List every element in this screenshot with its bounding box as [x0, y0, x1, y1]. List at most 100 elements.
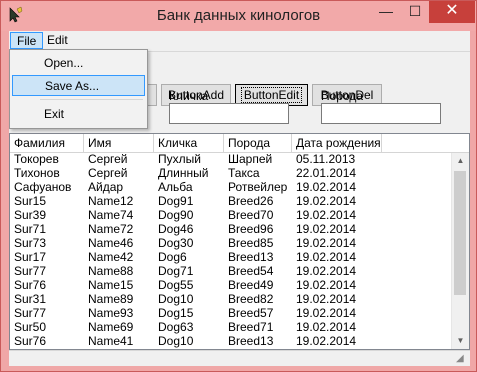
- cell-surname: Sur31: [14, 292, 47, 306]
- cell-breed: Breed13: [228, 334, 274, 348]
- cell-birthdate: 22.01.2014: [296, 166, 357, 180]
- scroll-up-icon[interactable]: ▲: [452, 153, 469, 169]
- table-row[interactable]: Sur50 Name69 Dog63 Breed71 19.02.2014: [10, 321, 450, 334]
- cell-breed: Breed71: [228, 320, 274, 334]
- vertical-scrollbar[interactable]: ▲ ▼: [451, 153, 469, 349]
- col-breed[interactable]: Порода: [224, 134, 292, 152]
- title-bar[interactable]: Банк данных кинологов — ☐ ✕: [1, 1, 476, 31]
- table-row[interactable]: Sur31 Name89 Dog10 Breed82 19.02.2014: [10, 293, 450, 306]
- cell-name: Name41: [88, 334, 134, 348]
- menu-file[interactable]: File: [10, 32, 44, 49]
- cell-name: Name12: [88, 194, 134, 208]
- cell-breed: Breed49: [228, 278, 274, 292]
- cell-breed: Шарпей: [228, 152, 273, 166]
- cell-birthdate: 19.02.2014: [296, 334, 357, 348]
- cell-breed: Ротвейлер: [228, 180, 288, 194]
- cell-birthdate: 19.02.2014: [296, 292, 357, 306]
- cell-surname: Тихонов: [14, 166, 60, 180]
- cell-nickname: Пухлый: [158, 152, 201, 166]
- cell-name: Name89: [88, 292, 134, 306]
- table-row[interactable]: Токорев Сергей Пухлый Шарпей 05.11.2013: [10, 153, 450, 166]
- cell-surname: Sur71: [14, 222, 47, 236]
- table-row[interactable]: Sur77 Name93 Dog15 Breed57 19.02.2014: [10, 307, 450, 320]
- cell-birthdate: 19.02.2014: [296, 194, 357, 208]
- menu-bar: File Edit: [9, 31, 470, 50]
- cell-name: Айдар: [88, 180, 124, 194]
- col-name[interactable]: Имя: [84, 134, 154, 152]
- menu-separator: [40, 99, 143, 100]
- maximize-button[interactable]: ☐: [401, 1, 429, 23]
- cell-nickname: Dog10: [158, 292, 194, 306]
- cell-breed: Breed26: [228, 194, 274, 208]
- cell-name: Name72: [88, 222, 134, 236]
- table-row[interactable]: Тихонов Сергей Длинный Такса 22.01.2014: [10, 167, 450, 180]
- cell-breed: Такса: [228, 166, 260, 180]
- table-row[interactable]: Сафуанов Айдар Альба Ротвейлер 19.02.2014: [10, 181, 450, 194]
- cell-name: Сергей: [88, 166, 128, 180]
- breed-input[interactable]: [321, 103, 441, 124]
- cell-nickname: Dog91: [158, 194, 194, 208]
- menu-item-open[interactable]: Open...: [12, 53, 145, 74]
- data-table[interactable]: Фамилия Имя Кличка Порода Дата рождения …: [9, 133, 470, 350]
- cell-name: Name69: [88, 320, 134, 334]
- menu-item-exit[interactable]: Exit: [12, 104, 145, 125]
- cell-breed: Breed82: [228, 292, 274, 306]
- cell-nickname: Dog30: [158, 236, 194, 250]
- app-window: Банк данных кинологов — ☐ ✕ File Edit as…: [0, 0, 477, 372]
- cell-breed: Breed85: [228, 236, 274, 250]
- cell-nickname: Dog15: [158, 306, 194, 320]
- menu-edit[interactable]: Edit: [41, 32, 74, 49]
- table-row[interactable]: Sur71 Name72 Dog46 Breed96 19.02.2014: [10, 223, 450, 236]
- cell-nickname: Dog46: [158, 222, 194, 236]
- cell-surname: Sur50: [14, 320, 47, 334]
- menu-item-save-as[interactable]: Save As...: [12, 75, 145, 96]
- cell-surname: Sur77: [14, 264, 47, 278]
- cell-breed: Breed57: [228, 306, 274, 320]
- col-birthdate[interactable]: Дата рождения: [292, 134, 382, 152]
- cell-birthdate: 19.02.2014: [296, 208, 357, 222]
- cell-name: Name93: [88, 306, 134, 320]
- cell-birthdate: 19.02.2014: [296, 278, 357, 292]
- cell-birthdate: 19.02.2014: [296, 236, 357, 250]
- cell-surname: Sur17: [14, 250, 47, 264]
- cell-name: Name46: [88, 236, 134, 250]
- breed-label: Порода: [321, 89, 364, 103]
- cell-birthdate: 19.02.2014: [296, 264, 357, 278]
- scroll-thumb[interactable]: [454, 171, 466, 295]
- cell-name: Name74: [88, 208, 134, 222]
- col-surname[interactable]: Фамилия: [10, 134, 84, 152]
- status-bar: ◢: [9, 350, 470, 366]
- cell-surname: Sur15: [14, 194, 47, 208]
- cell-breed: Breed13: [228, 250, 274, 264]
- cell-nickname: Dog71: [158, 264, 194, 278]
- cell-nickname: Dog55: [158, 278, 194, 292]
- cell-surname: Sur76: [14, 334, 47, 348]
- nickname-input[interactable]: [169, 103, 289, 124]
- cell-nickname: Длинный: [158, 166, 209, 180]
- table-row[interactable]: Sur15 Name12 Dog91 Breed26 19.02.2014: [10, 195, 450, 208]
- table-row[interactable]: Sur76 Name15 Dog55 Breed49 19.02.2014: [10, 279, 450, 292]
- close-button[interactable]: ✕: [429, 1, 475, 23]
- cell-surname: Sur76: [14, 278, 47, 292]
- cell-nickname: Dog10: [158, 334, 194, 348]
- minimize-button[interactable]: —: [371, 1, 401, 23]
- cell-birthdate: 19.02.2014: [296, 180, 357, 194]
- resize-grip-icon[interactable]: ◢: [456, 353, 468, 365]
- table-row[interactable]: Sur73 Name46 Dog30 Breed85 19.02.2014: [10, 237, 450, 250]
- table-row[interactable]: Sur39 Name74 Dog90 Breed70 19.02.2014: [10, 209, 450, 222]
- cell-birthdate: 19.02.2014: [296, 222, 357, 236]
- cell-breed: Breed54: [228, 264, 274, 278]
- table-row[interactable]: Sur17 Name42 Dog6 Breed13 19.02.2014: [10, 251, 450, 264]
- scroll-down-icon[interactable]: ▼: [452, 333, 469, 349]
- cell-name: Name88: [88, 264, 134, 278]
- cell-surname: Sur77: [14, 306, 47, 320]
- cell-breed: Breed70: [228, 208, 274, 222]
- cell-surname: Sur39: [14, 208, 47, 222]
- cell-birthdate: 19.02.2014: [296, 320, 357, 334]
- cell-breed: Breed96: [228, 222, 274, 236]
- col-nickname[interactable]: Кличка: [154, 134, 224, 152]
- table-row[interactable]: Sur76 Name41 Dog10 Breed13 19.02.2014: [10, 335, 450, 348]
- table-row[interactable]: Sur77 Name88 Dog71 Breed54 19.02.2014: [10, 265, 450, 278]
- cell-nickname: Dog6: [158, 250, 187, 264]
- cell-surname: Токорев: [14, 152, 59, 166]
